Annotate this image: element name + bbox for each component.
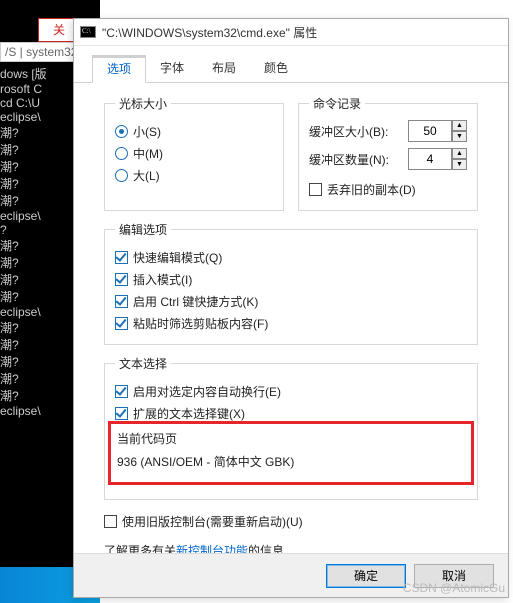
discard-old-checkbox[interactable]: [309, 183, 322, 196]
option-label: 启用 Ctrl 键快捷方式(K): [133, 293, 258, 310]
tab-布局[interactable]: 布局: [198, 55, 250, 83]
cursor-radio-label: 大(L): [133, 167, 160, 184]
text-selection-legend: 文本选择: [115, 355, 171, 372]
properties-dialog: "C:\WINDOWS\system32\cmd.exe" 属性 选项字体布局颜…: [73, 18, 509, 598]
edit-options-group: 编辑选项 快速编辑模式(Q) 插入模式(I) 启用 Ctrl 键快捷方式(K) 粘贴时…: [104, 221, 478, 345]
window-title: "C:\WINDOWS\system32\cmd.exe" 属性: [102, 24, 317, 41]
spin-down-icon[interactable]: ▼: [452, 131, 467, 142]
buffer-count-label: 缓冲区数量(N):: [309, 151, 403, 168]
buffer-size-label: 缓冲区大小(B):: [309, 123, 403, 140]
option-checkbox[interactable]: [115, 295, 128, 308]
option-checkbox[interactable]: [115, 251, 128, 264]
cursor-size-group: 光标大小 小(S) 中(M) 大(L): [104, 95, 284, 211]
buffer-size-input[interactable]: [408, 120, 452, 142]
discard-old-label: 丢弃旧的副本(D): [327, 181, 416, 198]
spin-up-icon[interactable]: ▲: [452, 120, 467, 131]
codepage-value: 936 (ANSI/OEM - 简体中文 GBK): [117, 453, 465, 470]
legacy-console-label: 使用旧版控制台(需要重新启动)(U): [122, 513, 303, 530]
cmd-icon: [80, 26, 96, 38]
option-label: 粘贴时筛选剪贴板内容(F): [133, 315, 268, 332]
buffer-count-input[interactable]: [408, 148, 452, 170]
cursor-size-legend: 光标大小: [115, 95, 171, 112]
codepage-highlight: 当前代码页 936 (ANSI/OEM - 简体中文 GBK): [108, 421, 474, 485]
spin-up-icon[interactable]: ▲: [452, 148, 467, 159]
option-label: 扩展的文本选择键(X): [133, 405, 245, 422]
option-label: 启用对选定内容自动换行(E): [133, 383, 281, 400]
command-history-group: 命令记录 缓冲区大小(B): ▲▼ 缓冲区数量(N): ▲▼: [298, 95, 478, 211]
tab-字体[interactable]: 字体: [146, 55, 198, 83]
tab-颜色[interactable]: 颜色: [250, 55, 302, 83]
text-selection-group: 文本选择 启用对选定内容自动换行(E) 扩展的文本选择键(X) 当前代码页 936…: [104, 355, 478, 500]
legacy-console-checkbox[interactable]: [104, 515, 117, 528]
watermark: CSDN @AtomicGu: [403, 581, 505, 595]
option-checkbox[interactable]: [115, 317, 128, 330]
option-label: 插入模式(I): [133, 271, 192, 288]
spin-down-icon[interactable]: ▼: [452, 159, 467, 170]
option-label: 快速编辑模式(Q): [133, 249, 222, 266]
ok-button[interactable]: 确定: [326, 564, 406, 588]
option-checkbox[interactable]: [115, 385, 128, 398]
cursor-radio[interactable]: [115, 169, 128, 182]
cursor-radio[interactable]: [115, 147, 128, 160]
tab-strip: 选项字体布局颜色: [74, 46, 508, 83]
cursor-radio[interactable]: [115, 125, 128, 138]
codepage-title: 当前代码页: [117, 430, 465, 447]
option-checkbox[interactable]: [115, 407, 128, 420]
command-history-legend: 命令记录: [309, 95, 365, 112]
cursor-radio-label: 小(S): [133, 123, 161, 140]
tab-选项[interactable]: 选项: [92, 55, 146, 83]
option-checkbox[interactable]: [115, 273, 128, 286]
cursor-radio-label: 中(M): [133, 145, 163, 162]
titlebar: "C:\WINDOWS\system32\cmd.exe" 属性: [74, 19, 508, 46]
edit-options-legend: 编辑选项: [115, 221, 171, 238]
